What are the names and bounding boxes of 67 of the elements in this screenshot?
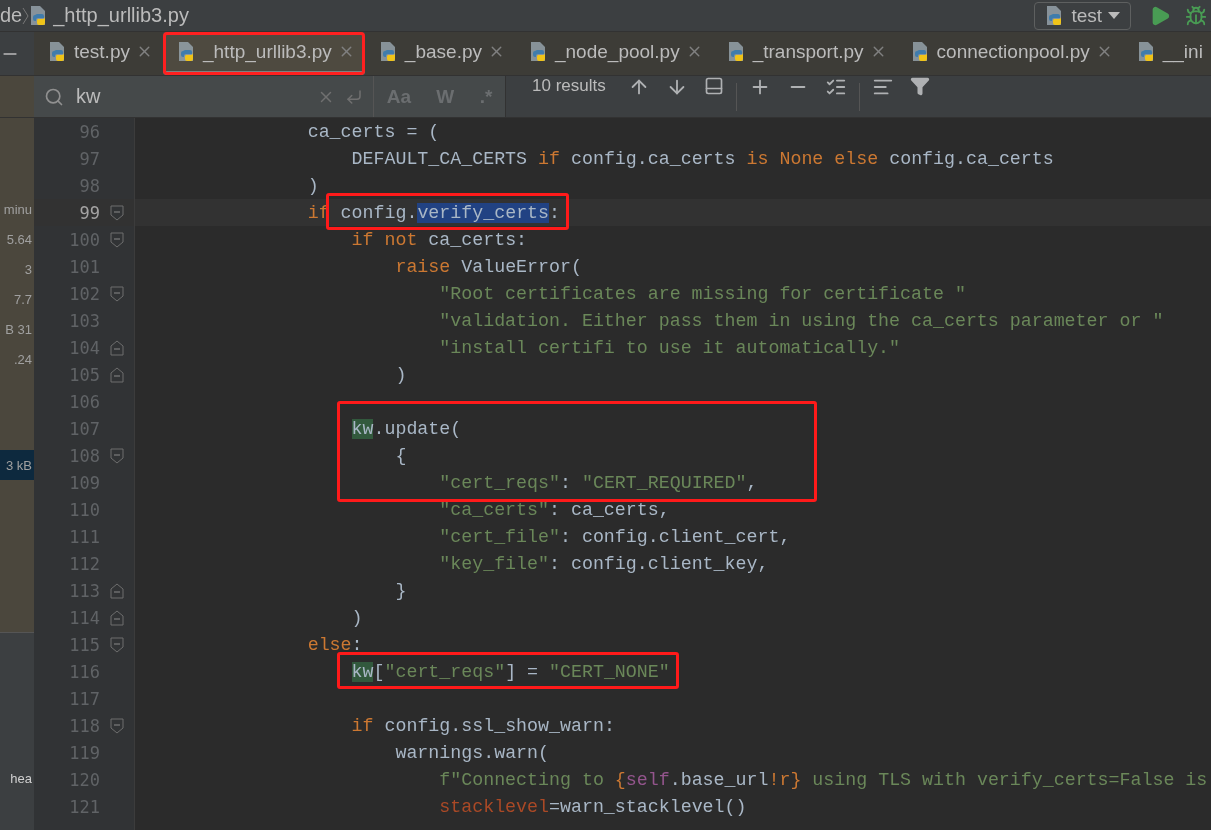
file-tab[interactable]: _node_pool.py <box>515 32 713 75</box>
fold-marker-icon[interactable] <box>110 636 124 653</box>
code-line: kw.update( <box>350 418 462 439</box>
tab-label: test.py <box>74 40 130 63</box>
code-line: stacklevel=warn_stacklevel() <box>438 796 747 817</box>
file-tab[interactable]: _http_urllib3.py <box>163 32 365 75</box>
chevron-icon <box>22 6 30 25</box>
file-tab[interactable]: connectionpool.py <box>896 32 1123 75</box>
tab-label: _base.py <box>404 40 482 63</box>
code-line: ) <box>394 364 407 385</box>
fold-marker-icon[interactable] <box>110 231 124 248</box>
code-line: f"Connecting to {self.base_url!r} using TLS with verify_certs=False is <box>438 769 1208 790</box>
code-line: kw["cert_reqs"] = "CERT_NONE" <box>350 661 670 682</box>
breadcrumb-item[interactable]: de <box>0 4 23 27</box>
tab-label: _http_urllib3.py <box>203 40 332 63</box>
breadcrumb-item[interactable]: _http_urllib3.py <box>53 4 189 27</box>
panel-text: 5.64 <box>5 230 33 249</box>
code-line: ) <box>306 175 319 196</box>
code-line: warnings.warn( <box>394 742 549 763</box>
code-line: if config.ssl_show_warn: <box>350 715 615 736</box>
code-line: } <box>394 580 407 601</box>
fold-marker-icon[interactable] <box>110 609 124 626</box>
code-line: else: <box>306 634 363 655</box>
code-line: "cert_reqs": "CERT_REQUIRED", <box>438 472 758 493</box>
fold-marker-icon[interactable] <box>110 204 124 221</box>
file-tab[interactable]: _transport.py <box>712 32 897 75</box>
tab-label: _transport.py <box>752 40 864 63</box>
search-icon <box>44 86 64 107</box>
file-tab[interactable]: __ini <box>1122 32 1211 75</box>
code-line: DEFAULT_CA_CERTS if config.ca_certs is None else config.ca_certs <box>350 148 1054 169</box>
code-line: ca_certs = ( <box>306 121 440 142</box>
code-line: "key_file": config.client_key, <box>438 553 769 574</box>
panel-text: B 31 <box>4 320 33 339</box>
code-line: ) <box>350 607 363 628</box>
fold-marker-icon[interactable] <box>110 447 124 464</box>
file-tab[interactable]: test.py <box>34 32 163 75</box>
code-line: "validation. Either pass them in using the ca_certs parameter or " <box>438 310 1164 331</box>
tab-label: _node_pool.py <box>555 40 680 63</box>
panel-text: 7.7 <box>12 290 33 309</box>
line-number: 99 <box>78 202 100 223</box>
code-line: raise ValueError( <box>394 256 582 277</box>
newline-icon[interactable] <box>345 87 363 106</box>
fold-marker-icon[interactable] <box>110 582 124 599</box>
run-config-dropdown[interactable]: test <box>1034 1 1131 30</box>
code-line: if not ca_certs: <box>350 229 528 250</box>
fold-marker-icon[interactable] <box>110 366 124 383</box>
code-line: "ca_certs": ca_certs, <box>438 499 670 520</box>
code-line: { <box>394 445 407 466</box>
code-line: "install certifi to use it automatically." <box>438 337 901 358</box>
search-field[interactable]: kw <box>34 76 374 117</box>
panel-text: .24 <box>12 350 33 369</box>
file-tab[interactable]: _base.py <box>364 32 515 75</box>
panel-text: 3 <box>23 260 33 279</box>
code-line: "Root certificates are missing for certificate " <box>438 283 966 304</box>
results-count: 10 results <box>532 76 606 97</box>
panel-text: 3 kB <box>0 450 34 480</box>
caret-icon <box>1108 12 1120 19</box>
code-line: "cert_file": config.client_cert, <box>438 526 791 547</box>
fold-marker-icon[interactable] <box>110 717 124 734</box>
tab-label: __ini <box>1162 40 1203 63</box>
panel-text: minu <box>2 200 33 219</box>
tab-label: connectionpool.py <box>936 40 1090 63</box>
panel-text: hea <box>9 769 33 788</box>
search-input[interactable]: kw <box>74 84 307 109</box>
fold-marker-icon[interactable] <box>110 285 124 302</box>
debug-icon[interactable] <box>1185 4 1207 27</box>
fold-marker-icon[interactable] <box>110 339 124 356</box>
